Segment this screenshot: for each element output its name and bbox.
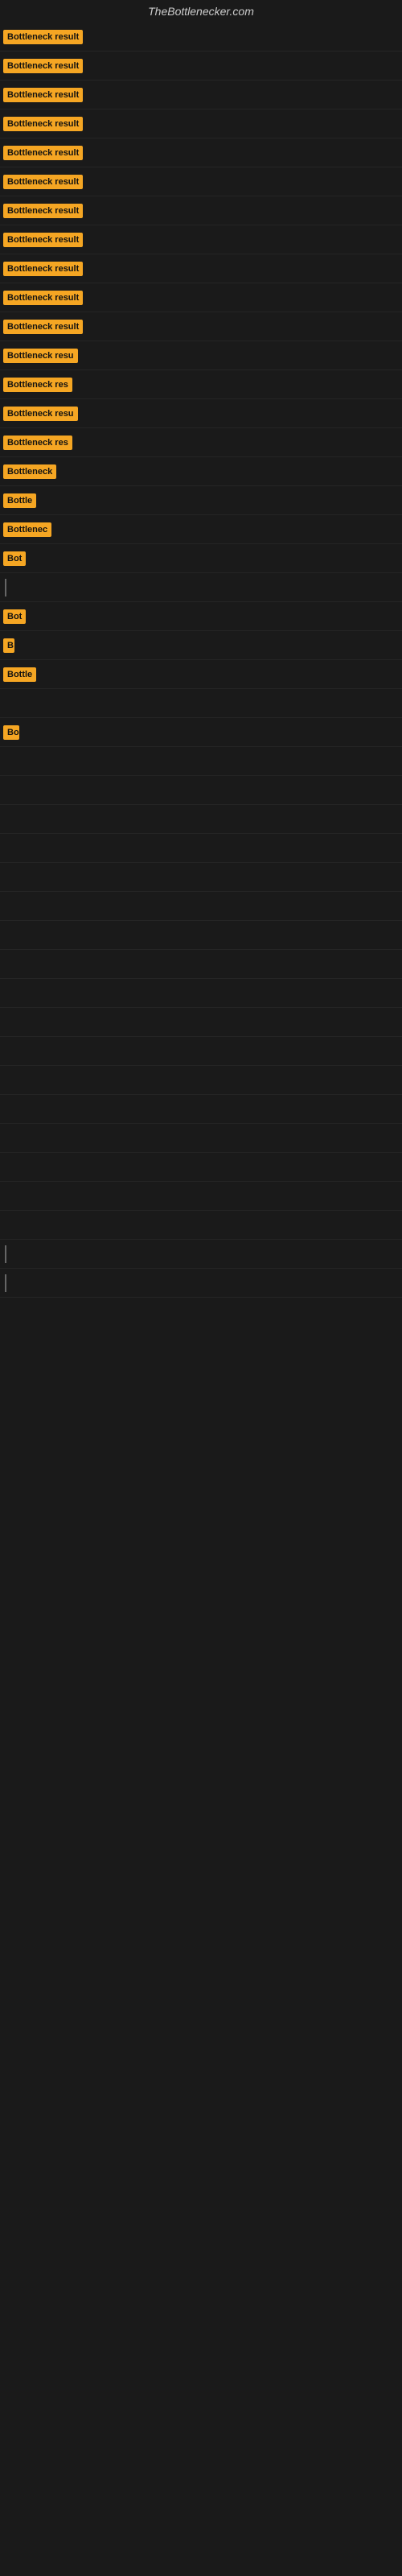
bottleneck-badge: Bot [3, 551, 26, 566]
bottleneck-badge: Bottle [3, 667, 36, 682]
result-row [0, 776, 402, 805]
vertical-line [5, 1274, 6, 1292]
result-row: Bottleneck result [0, 52, 402, 80]
vertical-line [5, 1245, 6, 1263]
result-row: Bottleneck result [0, 138, 402, 167]
result-row: Bot [0, 602, 402, 631]
bottleneck-badge: Bottleneck result [3, 59, 83, 73]
bottleneck-badge: Bottleneck result [3, 88, 83, 102]
result-row: Bottleneck res [0, 370, 402, 399]
result-row [0, 747, 402, 776]
site-title-container: TheBottlenecker.com [0, 0, 402, 23]
result-row [0, 1211, 402, 1240]
result-row [0, 1037, 402, 1066]
result-row [0, 1269, 402, 1298]
results-container: Bottleneck result Bottleneck result Bottle… [0, 23, 402, 1298]
result-row [0, 805, 402, 834]
bottleneck-badge: Bottleneck resu [3, 407, 78, 421]
result-row [0, 950, 402, 979]
bottleneck-badge: B [3, 638, 14, 653]
result-row [0, 573, 402, 602]
result-row: Bottleneck result [0, 23, 402, 52]
result-row [0, 863, 402, 892]
result-row: Bottle [0, 660, 402, 689]
result-row: Bottleneck result [0, 109, 402, 138]
result-row [0, 1124, 402, 1153]
result-row: Bottlenec [0, 515, 402, 544]
bottleneck-badge: Bottleneck result [3, 233, 83, 247]
result-row [0, 1182, 402, 1211]
bottleneck-badge: Bottleneck res [3, 378, 72, 392]
bottleneck-badge: Bottleneck result [3, 30, 83, 44]
bottleneck-badge: Bottleneck result [3, 146, 83, 160]
result-row: Bottleneck resu [0, 399, 402, 428]
site-title: TheBottlenecker.com [0, 0, 402, 23]
bottleneck-badge: Bot [3, 609, 26, 624]
result-row [0, 1153, 402, 1182]
result-row [0, 834, 402, 863]
result-row: Bottleneck result [0, 254, 402, 283]
result-row [0, 892, 402, 921]
bottleneck-badge: Bo [3, 725, 19, 740]
result-row [0, 1240, 402, 1269]
result-row: Bottleneck result [0, 312, 402, 341]
bottleneck-badge: Bottleneck result [3, 291, 83, 305]
result-row: Bottle [0, 486, 402, 515]
result-row: Bot [0, 544, 402, 573]
bottleneck-badge: Bottleneck result [3, 320, 83, 334]
bottleneck-badge: Bottleneck result [3, 175, 83, 189]
result-row [0, 689, 402, 718]
bottleneck-badge: Bottleneck result [3, 262, 83, 276]
result-row: Bottleneck result [0, 283, 402, 312]
vertical-line [5, 579, 6, 597]
result-row: Bottleneck result [0, 80, 402, 109]
result-row: Bottleneck result [0, 167, 402, 196]
result-row: Bottleneck result [0, 225, 402, 254]
result-row: B [0, 631, 402, 660]
bottleneck-badge: Bottleneck [3, 464, 56, 479]
result-row [0, 921, 402, 950]
result-row: Bottleneck resu [0, 341, 402, 370]
bottleneck-badge: Bottleneck result [3, 117, 83, 131]
result-row [0, 1066, 402, 1095]
bottleneck-badge: Bottlenec [3, 522, 51, 537]
bottleneck-badge: Bottleneck result [3, 204, 83, 218]
result-row: Bottleneck res [0, 428, 402, 457]
result-row: Bottleneck result [0, 196, 402, 225]
bottleneck-badge: Bottleneck resu [3, 349, 78, 363]
result-row [0, 1008, 402, 1037]
bottleneck-badge: Bottleneck res [3, 436, 72, 450]
result-row: Bottleneck [0, 457, 402, 486]
result-row [0, 979, 402, 1008]
result-row: Bo [0, 718, 402, 747]
result-row [0, 1095, 402, 1124]
bottleneck-badge: Bottle [3, 493, 36, 508]
